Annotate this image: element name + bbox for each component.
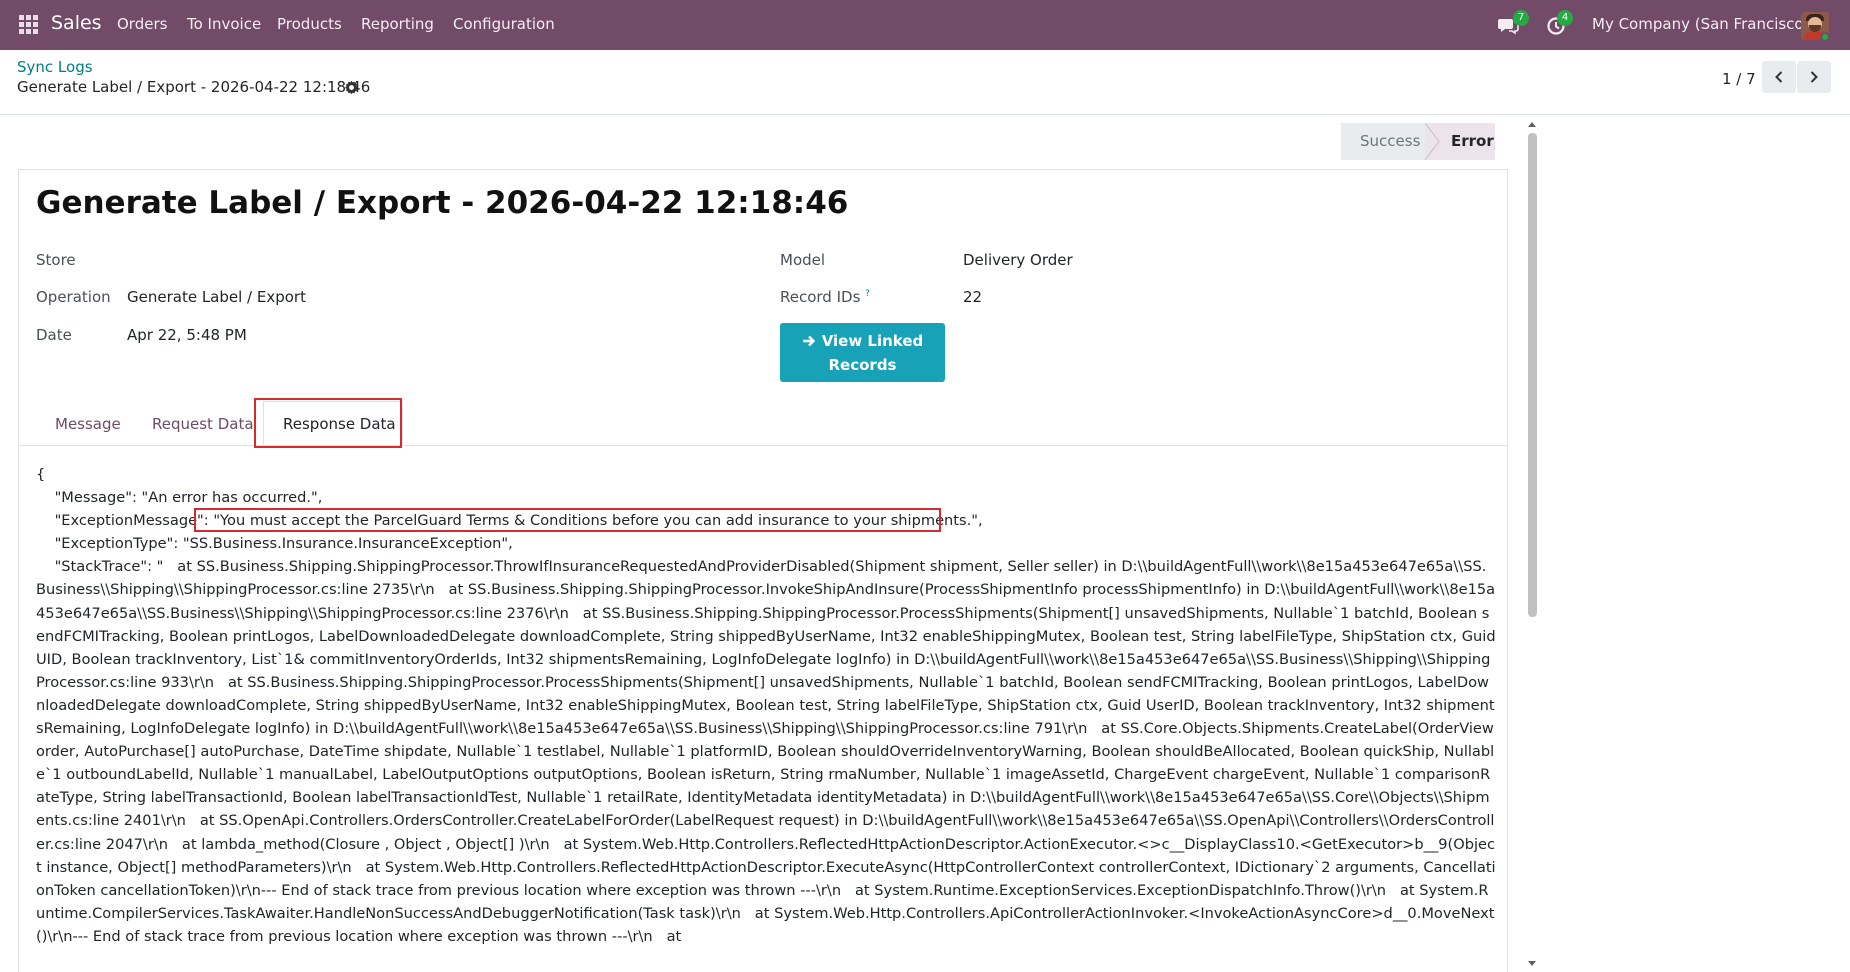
chat-badge: 7 xyxy=(1513,10,1529,26)
breadcrumb-current-record: Generate Label / Export - 2026-04-22 12:… xyxy=(17,78,371,96)
menu-reporting[interactable]: Reporting xyxy=(361,15,434,33)
top-navbar: Sales Orders To Invoice Products Reporti… xyxy=(0,0,1850,50)
record-heading: Generate Label / Export - 2026-04-22 12:… xyxy=(36,185,849,221)
json-message-line: "Message": "An error has occurred.", xyxy=(36,489,323,507)
online-status-dot xyxy=(1820,32,1830,42)
tabs-divider xyxy=(19,445,1507,446)
response-data-content: { "Message": "An error has occurred.", "… xyxy=(36,463,1496,948)
pager-next-button[interactable] xyxy=(1797,61,1831,93)
record-ids-label: Record IDs ? xyxy=(780,288,870,306)
pager-value[interactable]: 1 / 7 xyxy=(1722,70,1756,88)
help-tooltip-icon[interactable]: ? xyxy=(865,289,870,299)
tab-highlight-box xyxy=(254,398,402,448)
record-ids-value[interactable]: 22 xyxy=(963,288,982,306)
exception-message-highlight xyxy=(194,508,941,532)
operation-value[interactable]: Generate Label / Export xyxy=(127,288,306,306)
app-name[interactable]: Sales xyxy=(51,12,102,34)
scroll-down-icon[interactable] xyxy=(1527,960,1537,968)
chevron-left-icon xyxy=(1775,71,1783,83)
arrow-right-icon xyxy=(802,335,815,347)
view-linked-records-line2: Records xyxy=(828,356,897,374)
menu-products[interactable]: Products xyxy=(277,15,342,33)
store-label: Store xyxy=(36,251,76,269)
json-exception-key: "ExceptionMessage" xyxy=(36,512,204,530)
apps-grid-icon[interactable] xyxy=(19,15,39,35)
menu-to-invoice[interactable]: To Invoice xyxy=(187,15,261,33)
activity-badge: 4 xyxy=(1557,10,1573,26)
operation-label: Operation xyxy=(36,288,111,306)
view-linked-records-line1: View Linked xyxy=(780,329,945,353)
record-ids-label-text: Record IDs xyxy=(780,288,861,306)
scrollbar-thumb[interactable] xyxy=(1528,133,1537,617)
tab-message[interactable]: Message xyxy=(55,415,121,433)
gear-icon[interactable] xyxy=(344,80,359,95)
date-label: Date xyxy=(36,326,72,344)
status-arrow-icon xyxy=(1425,123,1440,160)
status-success[interactable]: Success xyxy=(1341,123,1427,160)
view-linked-records-button[interactable]: View Linked Records xyxy=(780,323,945,382)
breadcrumb-sync-logs[interactable]: Sync Logs xyxy=(17,58,93,76)
company-switcher[interactable]: My Company (San Francisco) xyxy=(1592,15,1809,33)
model-label: Model xyxy=(780,251,826,269)
json-exception-type-line: "ExceptionType": "SS.Business.Insurance.… xyxy=(36,535,513,553)
menu-orders[interactable]: Orders xyxy=(117,15,167,33)
model-value[interactable]: Delivery Order xyxy=(963,251,1073,269)
menu-configuration[interactable]: Configuration xyxy=(453,15,555,33)
statusbar: Success Error xyxy=(1341,123,1495,160)
chevron-right-icon xyxy=(1810,71,1818,83)
scroll-up-icon[interactable] xyxy=(1527,120,1537,128)
control-panel: Sync Logs Generate Label / Export - 2026… xyxy=(0,50,1850,115)
json-stack-trace: "StackTrace": " at SS.Business.Shipping.… xyxy=(36,558,1496,945)
pager-previous-button[interactable] xyxy=(1762,61,1796,93)
date-value[interactable]: Apr 22, 5:48 PM xyxy=(127,326,247,344)
tab-request-data[interactable]: Request Data xyxy=(152,415,254,433)
json-open-brace: { xyxy=(36,466,46,483)
